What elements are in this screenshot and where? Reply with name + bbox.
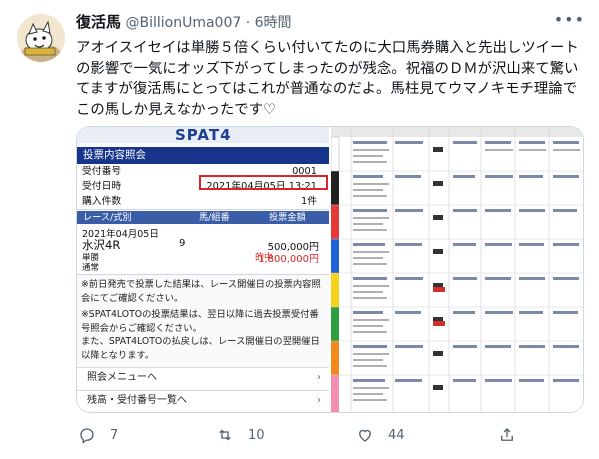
header-amount: 投票金額 <box>269 212 306 223</box>
chevron-right-icon: › <box>317 372 321 383</box>
bet-horse-number: 9 <box>179 238 186 249</box>
receipt-row-label: 購入件数 <box>82 196 122 207</box>
reply-button[interactable]: 7 <box>78 426 118 444</box>
race-card-screenshot[interactable] <box>331 127 583 412</box>
receipt-logo-band: SPAT4 <box>77 127 329 144</box>
author-handle[interactable]: @BillionUma007 <box>125 15 241 31</box>
receipt-row-label: 受付日時 <box>82 181 122 192</box>
receipt-section-title-text: 投票内容照会 <box>83 149 146 161</box>
tweet-card[interactable]: 復活馬 @BillionUma007 · 6時間 ••• アオイスイセイは単勝５… <box>0 0 599 459</box>
tweet-header: 復活馬 @BillionUma007 · 6時間 <box>76 12 292 33</box>
meta-separator: · <box>245 15 251 31</box>
receipt-note: ※前日発売で投票した結果は、レース開催日の投票内容照会にてご確認ください。 <box>81 279 321 304</box>
receipt-row-value: 1件 <box>300 196 317 207</box>
tweet-text: アオイスイセイは単勝５倍くらい付いてたのに大口馬券購入と先出しツイートの影響で一… <box>76 40 579 118</box>
race-card-table-graphic <box>331 127 583 412</box>
menu-balance-label: 残高・受付番号一覧へ <box>87 395 187 406</box>
menu-inquiry-link[interactable]: 照会メニューへ › <box>77 367 329 388</box>
reply-icon <box>80 428 94 444</box>
retweet-button[interactable]: 10 <box>216 426 265 444</box>
receipt-note: また、SPAT4LOTOの払戻しは、レース開催日の翌開催日以降となります。 <box>81 336 320 361</box>
chevron-right-icon: › <box>317 395 321 406</box>
menu-inquiry-label: 照会メニューへ <box>87 372 157 383</box>
tweet-actions: 7 10 44 <box>76 420 586 450</box>
share-button[interactable] <box>498 426 516 444</box>
receipt-screenshot[interactable]: SPAT4 投票内容照会 受付番号 0001 受付日時 2021年04月05日 … <box>77 127 329 412</box>
more-options-icon[interactable]: ••• <box>554 10 585 29</box>
like-count: 44 <box>388 427 405 443</box>
receipt-row-count: 購入件数 1件 <box>77 194 329 210</box>
bet-row: 2021年04月05日 水沢4R 単勝 通常 9 500,000円 的中 1,8… <box>77 224 329 275</box>
header-horse: 馬/組番 <box>199 212 230 223</box>
retweet-count: 10 <box>248 427 265 443</box>
reply-count: 7 <box>110 427 119 443</box>
datetime-highlight-box <box>199 175 328 190</box>
header-race: レース/式別 <box>83 212 132 223</box>
share-icon <box>501 428 513 441</box>
bet-mode: 通常 <box>82 263 100 273</box>
tweet-media[interactable]: SPAT4 投票内容照会 受付番号 0001 受付日時 2021年04月05日 … <box>76 126 584 413</box>
like-button[interactable]: 44 <box>356 426 405 444</box>
avatar[interactable] <box>17 14 65 62</box>
spat4-logo: SPAT4 <box>175 127 232 144</box>
receipt-section-title: 投票内容照会 <box>77 147 329 164</box>
receipt-notes: ※前日発売で投票した結果は、レース開催日の投票内容照会にてご確認ください。 ※S… <box>81 278 325 363</box>
author-display-name[interactable]: 復活馬 <box>76 13 121 31</box>
heart-icon <box>359 429 371 442</box>
receipt-note: ※SPAT4LOTOの投票結果は、翌日以降に過去投票受付番号照会からご確認くださ… <box>81 309 319 334</box>
bet-payout: 1,800,000円 <box>258 254 319 265</box>
tweet-timestamp[interactable]: 6時間 <box>255 15 292 31</box>
bet-table-header: レース/式別 馬/組番 投票金額 <box>77 211 329 224</box>
menu-balance-link[interactable]: 残高・受付番号一覧へ › <box>77 390 329 411</box>
retweet-icon <box>219 429 231 441</box>
receipt-row-label: 受付番号 <box>82 166 122 177</box>
